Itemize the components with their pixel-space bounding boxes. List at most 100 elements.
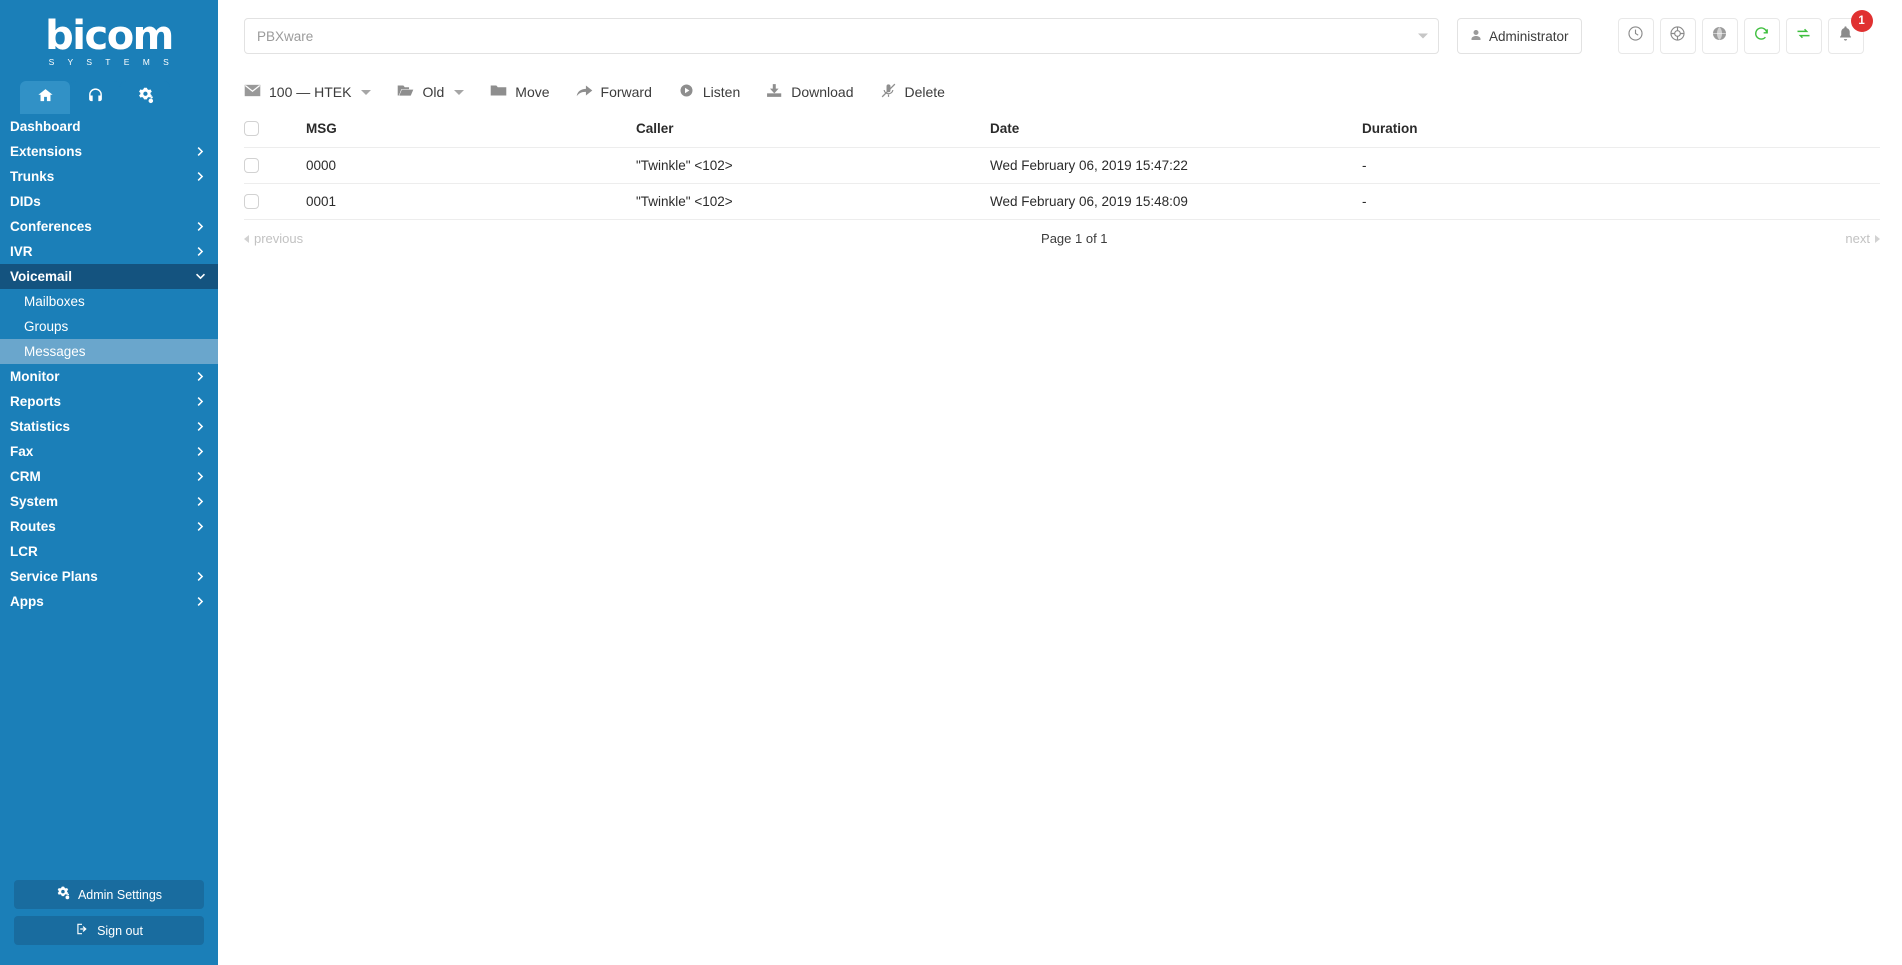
row-checkbox[interactable] (244, 158, 259, 173)
sidebar-item-label: Fax (10, 444, 34, 459)
sidebar-tab-settings[interactable] (120, 81, 170, 114)
sidebar-item-label: Dashboard (10, 119, 81, 134)
sidebar-tab-home[interactable] (20, 81, 70, 114)
notifications-button[interactable]: 1 (1827, 10, 1873, 54)
sidebar-item-label: System (10, 494, 59, 509)
forward-button[interactable]: Forward (576, 83, 652, 101)
forward-arrow-icon (576, 83, 593, 101)
chevron-right-icon (196, 144, 205, 159)
table-head: MSG Caller Date Duration (244, 112, 1880, 148)
clock-icon (1627, 25, 1644, 47)
messages-table: MSG Caller Date Duration 0000 "Twinkle" … (244, 112, 1880, 220)
select-all-checkbox[interactable] (244, 121, 259, 136)
brand-tagline: S Y S T E M S (48, 56, 175, 67)
sidebar-item-service-plans[interactable]: Service Plans (0, 564, 218, 589)
reload-icon-button[interactable] (1743, 18, 1780, 54)
sidebar-subitem-messages[interactable]: Messages (0, 339, 218, 364)
folder-label: Old (422, 84, 445, 100)
listen-button[interactable]: Listen (678, 83, 740, 101)
main-content: PBXware Administrator 1 100 — HTEK Old M… (218, 0, 1902, 965)
sign-out-button[interactable]: Sign out (14, 916, 204, 945)
download-label: Download (791, 84, 854, 100)
cell-caller: "Twinkle" <102> (636, 183, 990, 220)
sidebar-item-dids[interactable]: DIDs (0, 189, 218, 214)
sidebar-item-statistics[interactable]: Statistics (0, 414, 218, 439)
sidebar-item-fax[interactable]: Fax (0, 439, 218, 464)
table-row[interactable]: 0000 "Twinkle" <102> Wed February 06, 20… (244, 147, 1880, 184)
sidebar-item-reports[interactable]: Reports (0, 389, 218, 414)
sidebar-item-label: Conferences (10, 219, 92, 234)
header-caller[interactable]: Caller (636, 112, 990, 148)
sidebar-item-voicemail[interactable]: Voicemail (0, 264, 218, 289)
next-page-button[interactable]: next (1845, 231, 1880, 246)
sidebar-item-conferences[interactable]: Conferences (0, 214, 218, 239)
globe-icon-button[interactable] (1701, 18, 1738, 54)
folder-icon (490, 83, 507, 101)
header-date[interactable]: Date (990, 112, 1362, 148)
sidebar-item-label: Trunks (10, 169, 55, 184)
sidebar-subitem-label: Groups (24, 319, 69, 334)
arrow-right-icon (1875, 234, 1880, 243)
delete-label: Delete (904, 84, 945, 100)
sidebar-item-trunks[interactable]: Trunks (0, 164, 218, 189)
sidebar-item-dashboard[interactable]: Dashboard (0, 114, 218, 139)
cell-caller: "Twinkle" <102> (636, 147, 990, 184)
chevron-down-icon (454, 89, 465, 95)
chevron-down-icon (361, 89, 372, 95)
table-row[interactable]: 0001 "Twinkle" <102> Wed February 06, 20… (244, 183, 1880, 220)
sidebar-item-apps[interactable]: Apps (0, 589, 218, 614)
sidebar-subitem-label: Messages (24, 344, 86, 359)
header-msg[interactable]: MSG (306, 112, 636, 148)
sidebar-item-label: IVR (10, 244, 33, 259)
sidebar-item-system[interactable]: System (0, 489, 218, 514)
sidebar-item-monitor[interactable]: Monitor (0, 364, 218, 389)
messages-toolbar: 100 — HTEK Old Move Forward Listen Downl… (218, 72, 1902, 112)
cell-duration: - (1362, 183, 1880, 220)
notification-badge: 1 (1850, 10, 1873, 32)
home-icon (37, 87, 54, 109)
sidebar-item-label: DIDs (10, 194, 41, 209)
sidebar-item-ivr[interactable]: IVR (0, 239, 218, 264)
admin-settings-button[interactable]: Admin Settings (14, 880, 204, 909)
chevron-right-icon (196, 244, 205, 259)
admin-settings-label: Admin Settings (77, 887, 163, 902)
life-ring-icon-button[interactable] (1659, 18, 1696, 54)
cell-date: Wed February 06, 2019 15:47:22 (990, 147, 1362, 184)
sidebar-item-routes[interactable]: Routes (0, 514, 218, 539)
mailbox-selector[interactable]: 100 — HTEK (244, 83, 372, 101)
delete-button[interactable]: Delete (880, 83, 945, 101)
chevron-right-icon (196, 519, 205, 534)
previous-page-button[interactable]: previous (244, 231, 303, 246)
forward-label: Forward (600, 84, 652, 100)
sidebar-item-lcr[interactable]: LCR (0, 539, 218, 564)
header-duration[interactable]: Duration (1362, 112, 1880, 148)
sidebar-item-extensions[interactable]: Extensions (0, 139, 218, 164)
move-button[interactable]: Move (490, 83, 550, 101)
sidebar-nav: Dashboard Extensions Trunks DIDs Confere… (0, 114, 218, 880)
sync-icon-button[interactable] (1785, 18, 1822, 54)
administrator-button[interactable]: Administrator (1457, 18, 1582, 54)
sidebar-item-crm[interactable]: CRM (0, 464, 218, 489)
sidebar-tab-support[interactable] (70, 81, 120, 114)
move-label: Move (515, 84, 550, 100)
globe-icon (1711, 25, 1728, 47)
sidebar-subitem-groups[interactable]: Groups (0, 314, 218, 339)
sign-out-label: Sign out (97, 923, 143, 938)
search-input[interactable]: PBXware (244, 18, 1439, 54)
bell-icon (1837, 25, 1854, 47)
row-checkbox[interactable] (244, 194, 259, 209)
sidebar-subitem-mailboxes[interactable]: Mailboxes (0, 289, 218, 314)
cell-msg: 0000 (306, 147, 636, 184)
sidebar-item-label: CRM (10, 469, 41, 484)
chevron-down-icon (1418, 33, 1428, 39)
download-button[interactable]: Download (766, 83, 854, 101)
brand-logo[interactable]: bicom S Y S T E M S (0, 0, 218, 78)
chevron-right-icon (196, 469, 205, 484)
folder-selector[interactable]: Old (397, 83, 465, 101)
topbar-tools: 1 (1617, 10, 1873, 54)
table-header-row: MSG Caller Date Duration (244, 112, 1880, 148)
sidebar-item-label: Voicemail (10, 269, 73, 284)
sidebar-item-label: Service Plans (10, 569, 98, 584)
play-icon (678, 83, 695, 101)
clock-icon-button[interactable] (1617, 18, 1654, 54)
